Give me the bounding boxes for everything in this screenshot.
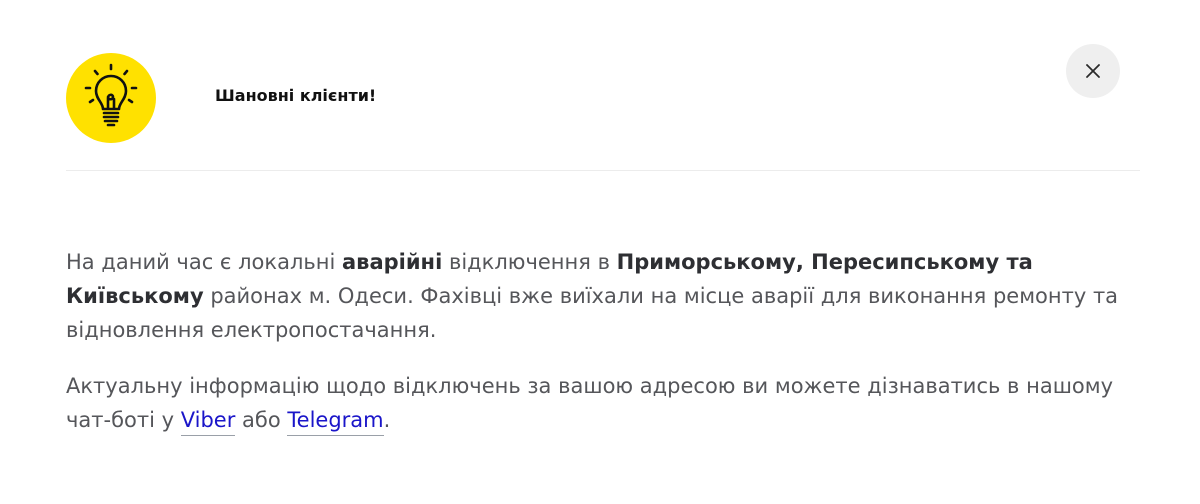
lightbulb-badge — [66, 53, 156, 143]
close-icon — [1086, 64, 1100, 78]
telegram-link[interactable]: Telegram — [287, 408, 384, 436]
viber-link[interactable]: Viber — [180, 408, 236, 436]
modal-title: Шановні клієнти! — [215, 86, 377, 105]
chatbot-paragraph: Актуальну інформацію щодо відключень за … — [66, 369, 1146, 437]
chatbot-text-2: або — [235, 408, 288, 432]
outage-text-3: районах м. Одеси. Фахівці вже виїхали на… — [66, 284, 1119, 342]
outage-notice-modal: Шановні клієнти! На даний час є локальні… — [0, 0, 1200, 504]
outage-type-emphasis: аварійні — [341, 250, 443, 274]
chatbot-text-3: . — [383, 408, 391, 432]
outage-text-2: відключення в — [442, 250, 617, 274]
modal-header: Шановні клієнти! — [66, 53, 1140, 143]
outage-text-1: На даний час є локальні — [66, 250, 342, 274]
close-button[interactable] — [1066, 44, 1120, 98]
lightbulb-icon — [84, 63, 138, 127]
outage-paragraph: На даний час є локальні аварійні відключ… — [66, 245, 1146, 347]
header-divider — [66, 170, 1140, 171]
modal-body: На даний час є локальні аварійні відключ… — [66, 245, 1146, 437]
